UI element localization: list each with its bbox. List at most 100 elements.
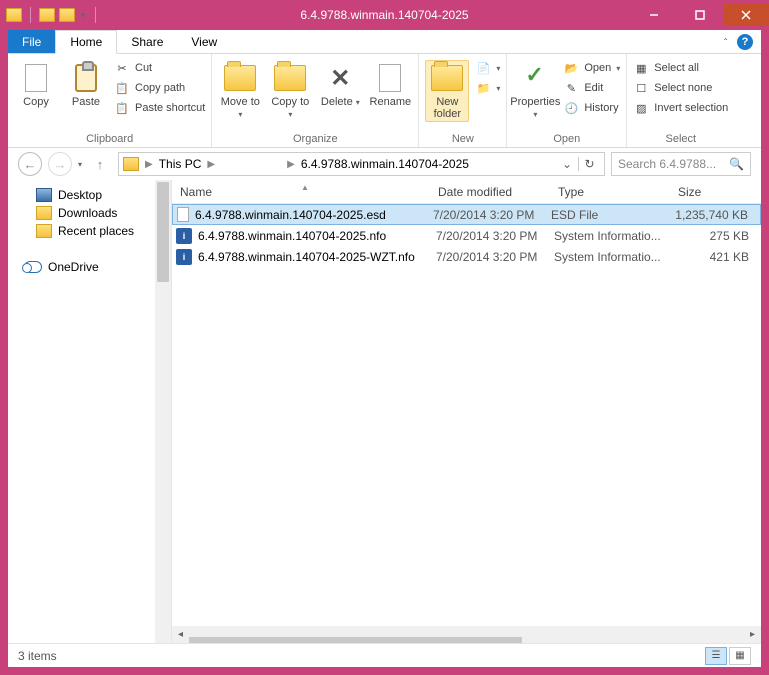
- minimize-button[interactable]: [631, 4, 677, 26]
- back-button[interactable]: ←: [18, 152, 42, 176]
- nav-downloads[interactable]: Downloads: [8, 204, 171, 222]
- file-type: System Informatio...: [550, 250, 670, 264]
- history-icon: 🕘: [563, 100, 579, 116]
- file-date: 7/20/2014 3:20 PM: [430, 250, 550, 264]
- open-icon: 📂: [563, 60, 579, 76]
- recent-icon: [36, 224, 52, 238]
- share-tab[interactable]: Share: [117, 30, 177, 53]
- forward-button[interactable]: →: [48, 152, 72, 176]
- minimize-ribbon-icon[interactable]: ⌃: [722, 37, 729, 46]
- chevron-right-icon[interactable]: ▶: [283, 159, 299, 170]
- status-text: 3 items: [18, 649, 57, 663]
- scissors-icon: ✂: [114, 60, 130, 76]
- column-type[interactable]: Type: [550, 185, 670, 199]
- column-size[interactable]: Size: [670, 185, 761, 199]
- nav-scrollbar[interactable]: [155, 180, 171, 643]
- select-none-icon: ☐: [633, 80, 649, 96]
- new-item-icon: 📄: [475, 60, 491, 76]
- copy-path-icon: 📋: [114, 80, 130, 96]
- file-name: 6.4.9788.winmain.140704-2025-WZT.nfo: [198, 250, 430, 264]
- ribbon-group-open: Properties ▾ 📂Open ▾ ✎Edit 🕘History Open: [507, 54, 627, 147]
- ribbon: Copy Paste ✂Cut 📋Copy path 📋Paste shortc…: [8, 54, 761, 148]
- file-row[interactable]: i 6.4.9788.winmain.140704-2025-WZT.nfo7/2…: [172, 246, 761, 267]
- breadcrumb-dropdown-icon[interactable]: ⌄: [558, 157, 576, 171]
- qat-properties-icon[interactable]: [39, 8, 55, 22]
- chevron-right-icon[interactable]: ▶: [203, 159, 219, 170]
- up-button[interactable]: ↑: [88, 152, 112, 176]
- breadcrumb-this-pc[interactable]: This PC: [159, 157, 202, 171]
- ribbon-group-new: New folder 📄▾ 📁▾ New: [419, 54, 507, 147]
- paste-button[interactable]: Paste: [64, 60, 108, 108]
- scroll-left-icon[interactable]: ◂: [172, 626, 189, 643]
- paste-shortcut-icon: 📋: [114, 100, 130, 116]
- file-icon: [177, 207, 189, 222]
- scroll-right-icon[interactable]: ▸: [744, 626, 761, 643]
- file-date: 7/20/2014 3:20 PM: [430, 229, 550, 243]
- search-placeholder: Search 6.4.9788...: [618, 157, 729, 171]
- ribbon-tabs: File Home Share View ⌃ ?: [8, 30, 761, 54]
- edit-button[interactable]: ✎Edit: [563, 80, 620, 96]
- delete-button[interactable]: ✕ Delete ▾: [318, 60, 362, 109]
- view-tab[interactable]: View: [177, 30, 231, 53]
- file-row[interactable]: 6.4.9788.winmain.140704-2025.esd7/20/201…: [172, 204, 761, 225]
- nfo-file-icon: i: [176, 249, 192, 265]
- home-tab[interactable]: Home: [55, 30, 117, 54]
- details-view-button[interactable]: ☰: [705, 647, 727, 665]
- cut-button[interactable]: ✂Cut: [114, 60, 205, 76]
- breadcrumb-folder-icon: [123, 157, 139, 171]
- file-list: Name▲ Date modified Type Size 6.4.9788.w…: [172, 180, 761, 643]
- nav-recent[interactable]: Recent places: [8, 222, 171, 240]
- close-button[interactable]: [723, 4, 769, 26]
- select-none-button[interactable]: ☐Select none: [633, 80, 728, 96]
- properties-button[interactable]: Properties ▾: [513, 60, 557, 121]
- open-button[interactable]: 📂Open ▾: [563, 60, 620, 76]
- select-all-icon: ▦: [633, 60, 649, 76]
- horizontal-scrollbar[interactable]: ◂ ▸: [172, 626, 761, 643]
- navigation-pane: Desktop Downloads Recent places OneDrive: [8, 180, 172, 643]
- copy-button[interactable]: Copy: [14, 60, 58, 108]
- copy-path-button[interactable]: 📋Copy path: [114, 80, 205, 96]
- nav-onedrive[interactable]: OneDrive: [8, 258, 171, 276]
- easy-access-button[interactable]: 📁▾: [475, 80, 500, 96]
- invert-selection-button[interactable]: ▨Invert selection: [633, 100, 728, 116]
- file-size: 1,235,740 KB: [667, 208, 760, 222]
- select-all-button[interactable]: ▦Select all: [633, 60, 728, 76]
- rename-button[interactable]: Rename: [368, 60, 412, 108]
- paste-shortcut-button[interactable]: 📋Paste shortcut: [114, 100, 205, 116]
- search-input[interactable]: Search 6.4.9788... 🔍: [611, 152, 751, 176]
- new-folder-button[interactable]: New folder: [425, 60, 469, 122]
- file-date: 7/20/2014 3:20 PM: [427, 208, 547, 222]
- refresh-button[interactable]: ↻: [578, 157, 600, 171]
- copy-to-button[interactable]: Copy to ▾: [268, 60, 312, 121]
- invert-selection-icon: ▨: [633, 100, 649, 116]
- easy-access-icon: 📁: [475, 80, 491, 96]
- thumbnails-view-button[interactable]: ▦: [729, 647, 751, 665]
- nav-desktop[interactable]: Desktop: [8, 186, 171, 204]
- file-name: 6.4.9788.winmain.140704-2025.nfo: [198, 229, 430, 243]
- new-item-button[interactable]: 📄▾: [475, 60, 500, 76]
- breadcrumb[interactable]: ▶ This PC ▶ ▶ 6.4.9788.winmain.140704-20…: [118, 152, 605, 176]
- column-name[interactable]: Name▲: [172, 185, 430, 199]
- move-to-button[interactable]: Move to ▾: [218, 60, 262, 121]
- breadcrumb-folder[interactable]: 6.4.9788.winmain.140704-2025: [301, 157, 469, 171]
- downloads-icon: [36, 206, 52, 220]
- history-button[interactable]: 🕘History: [563, 100, 620, 116]
- qat-dropdown-icon[interactable]: ▼: [79, 11, 87, 20]
- rename-icon: [379, 64, 401, 92]
- file-row[interactable]: i6.4.9788.winmain.140704-2025.nfo7/20/20…: [172, 225, 761, 246]
- copy-icon: [25, 64, 47, 92]
- file-tab[interactable]: File: [8, 30, 55, 53]
- help-button[interactable]: ?: [737, 34, 753, 50]
- qat-newfolder-icon[interactable]: [59, 8, 75, 22]
- file-size: 421 KB: [670, 250, 761, 264]
- column-date[interactable]: Date modified: [430, 185, 550, 199]
- file-size: 275 KB: [670, 229, 761, 243]
- column-headers: Name▲ Date modified Type Size: [172, 180, 761, 204]
- qat-folder-icon: [6, 8, 22, 22]
- chevron-right-icon[interactable]: ▶: [141, 159, 157, 170]
- status-bar: 3 items ☰ ▦: [8, 643, 761, 667]
- recent-locations-icon[interactable]: ▾: [78, 160, 82, 169]
- address-bar: ← → ▾ ↑ ▶ This PC ▶ ▶ 6.4.9788.winmain.1…: [8, 148, 761, 180]
- maximize-button[interactable]: [677, 4, 723, 26]
- file-name: 6.4.9788.winmain.140704-2025.esd: [195, 208, 427, 222]
